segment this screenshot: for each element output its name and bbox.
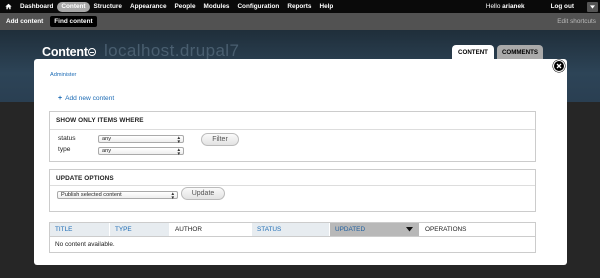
divider — [50, 185, 535, 186]
type-label: type — [58, 146, 71, 153]
admin-toolbar: Dashboard Content Structure Appearance P… — [0, 0, 600, 13]
status-select[interactable]: any ▲ ▼ — [98, 135, 184, 144]
divider — [50, 236, 535, 237]
edit-shortcuts-link[interactable]: Edit shortcuts — [557, 18, 596, 25]
user-greeting: Hello arianek — [486, 3, 525, 10]
status-label: status — [58, 135, 76, 142]
plus-icon: + — [58, 95, 63, 102]
select-arrows-icon: ▲ ▼ — [170, 191, 175, 200]
menu-item-structure[interactable]: Structure — [90, 2, 126, 12]
menu-item-dashboard[interactable]: Dashboard — [16, 2, 57, 12]
select-arrows-icon: ▲ ▼ — [176, 135, 181, 144]
column-header-author: AUTHOR — [170, 223, 252, 236]
sort-descending-icon — [406, 227, 413, 232]
divider — [50, 129, 535, 130]
status-select-value: any — [102, 136, 112, 142]
chevron-down-icon — [590, 4, 595, 9]
shortcut-find-content[interactable]: Find content — [50, 16, 97, 27]
shortcut-bar: Add content Find content Edit shortcuts — [0, 13, 600, 30]
logout-link[interactable]: Log out — [551, 3, 574, 10]
operation-select-value: Publish selected content — [61, 192, 122, 198]
filter-fieldset: SHOW ONLY ITEMS WHERE status any ▲ ▼ type… — [49, 111, 536, 162]
shortcut-add-content[interactable]: Add content — [2, 16, 47, 27]
site-name: localhost.drupal7 — [104, 41, 240, 60]
close-icon — [556, 63, 562, 69]
menu-item-help[interactable]: Help — [315, 2, 337, 12]
menu-item-appearance[interactable]: Appearance — [126, 2, 171, 12]
add-new-content-label: Add new content — [65, 95, 115, 102]
menu-item-configuration[interactable]: Configuration — [233, 2, 283, 12]
column-header-title[interactable]: TITLE — [50, 223, 110, 236]
tab-comments[interactable]: COMMENTS — [497, 45, 543, 59]
tab-content[interactable]: CONTENT — [452, 45, 494, 59]
collapse-icon[interactable] — [88, 48, 96, 56]
greeting-prefix: Hello — [485, 3, 503, 10]
add-new-content-link[interactable]: + Add new content — [58, 95, 114, 102]
operation-select[interactable]: Publish selected content ▲ ▼ — [57, 191, 178, 200]
update-options-fieldset: UPDATE OPTIONS Publish selected content … — [49, 169, 536, 212]
content-table: TITLE TYPE AUTHOR STATUS UPDATED OPERATI… — [49, 222, 536, 253]
table-empty-message: No content available. — [55, 241, 115, 248]
select-arrows-icon: ▲ ▼ — [176, 147, 181, 156]
menu-item-people[interactable]: People — [171, 2, 200, 12]
breadcrumb-administer[interactable]: Administer — [50, 72, 76, 78]
username-link[interactable]: arianek — [502, 3, 524, 10]
menu-item-modules[interactable]: Modules — [200, 2, 234, 12]
update-button[interactable]: Update — [181, 187, 225, 200]
page-title: Content — [42, 45, 88, 59]
toolbar-user-area: Hello arianek Log out — [486, 0, 600, 13]
column-header-type[interactable]: TYPE — [110, 223, 170, 236]
column-header-updated-label: UPDATED — [335, 226, 366, 233]
filter-button[interactable]: Filter — [201, 133, 239, 146]
filter-legend: SHOW ONLY ITEMS WHERE — [56, 117, 144, 124]
update-legend: UPDATE OPTIONS — [56, 175, 114, 182]
column-header-status[interactable]: STATUS — [252, 223, 330, 236]
type-select[interactable]: any ▲ ▼ — [98, 147, 184, 156]
menu-item-content[interactable]: Content — [57, 1, 90, 12]
close-overlay-button[interactable] — [553, 60, 565, 72]
column-header-updated[interactable]: UPDATED — [330, 223, 420, 236]
type-select-value: any — [102, 148, 112, 154]
column-header-operations: OPERATIONS — [420, 223, 535, 236]
menu-item-reports[interactable]: Reports — [283, 2, 315, 12]
toggle-shortcuts-button[interactable] — [587, 1, 598, 12]
home-icon[interactable] — [0, 0, 16, 13]
